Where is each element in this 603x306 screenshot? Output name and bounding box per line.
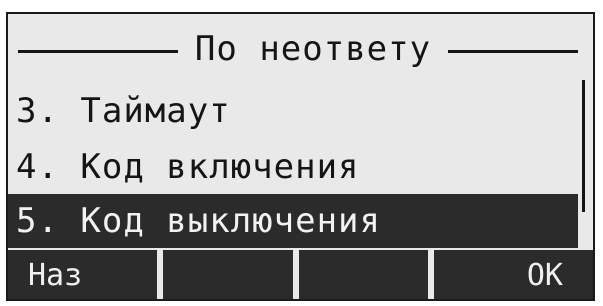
screen-header: По неответу	[8, 24, 593, 74]
menu-item-disable-code[interactable]: 5. Код выключения	[8, 194, 578, 248]
back-softkey[interactable]: Наз	[8, 250, 158, 299]
scrollbar-thumb	[582, 80, 585, 212]
softkey-3[interactable]	[298, 250, 428, 299]
ok-softkey[interactable]: ОК	[433, 250, 593, 299]
softkey-2[interactable]	[163, 250, 293, 299]
scrollbar	[582, 80, 590, 212]
phone-display-bezel: По неответу 3. Таймаут 4. Код включения …	[0, 0, 603, 306]
page-title: По неответу	[194, 29, 432, 69]
softkey-bar: Наз ОК	[8, 250, 593, 299]
lcd-screen: По неответу 3. Таймаут 4. Код включения …	[6, 12, 595, 301]
menu-item-timeout[interactable]: 3. Таймаут	[8, 84, 578, 138]
title-rule-right	[448, 50, 578, 53]
menu-item-enable-code[interactable]: 4. Код включения	[8, 140, 578, 194]
title-rule-left	[18, 50, 178, 53]
